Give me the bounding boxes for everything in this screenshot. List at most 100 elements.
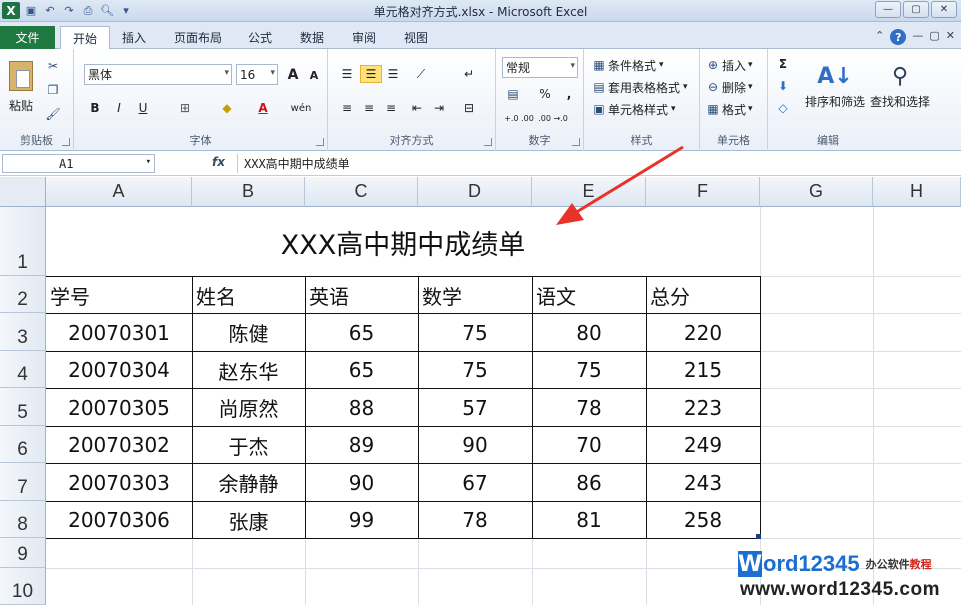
sort-filter-button[interactable]: A↓ 排序和筛选 xyxy=(804,55,866,119)
row-header-2[interactable]: 2 xyxy=(0,276,46,313)
row-header-8[interactable]: 8 xyxy=(0,501,46,538)
column-header-h[interactable]: H xyxy=(873,177,961,207)
header-cell[interactable]: 总分 xyxy=(646,277,760,313)
header-cell[interactable]: 语文 xyxy=(532,277,646,313)
column-header-f[interactable]: F xyxy=(646,177,760,207)
data-cell[interactable]: 张康 xyxy=(192,502,305,538)
data-cell[interactable]: 20070304 xyxy=(46,352,192,388)
row-header-10[interactable]: 10 xyxy=(0,568,46,605)
underline-button[interactable]: U xyxy=(134,99,152,117)
align-middle-icon[interactable]: ☰ xyxy=(360,65,382,83)
column-header-d[interactable]: D xyxy=(418,177,532,207)
shrink-font-icon[interactable]: A xyxy=(305,66,323,84)
data-cell[interactable]: 78 xyxy=(532,389,646,426)
column-header-g[interactable]: G xyxy=(760,177,873,207)
row-header-5[interactable]: 5 xyxy=(0,388,46,426)
cut-icon[interactable]: ✂ xyxy=(44,57,62,75)
collapse-ribbon-icon[interactable]: ⌃ xyxy=(875,29,884,45)
tab-file[interactable]: 文件 xyxy=(0,26,55,49)
font-name-combo[interactable]: 黑体 ▾ xyxy=(84,64,232,85)
data-cell[interactable]: 20070306 xyxy=(46,502,192,538)
format-button[interactable]: ▦ 格式 ▾ xyxy=(704,99,752,119)
fill-handle[interactable] xyxy=(756,534,761,539)
insert-function-icon[interactable]: fx xyxy=(212,155,225,169)
align-center-icon[interactable]: ≡ xyxy=(360,99,378,117)
grow-font-icon[interactable]: A xyxy=(284,66,302,84)
worksheet-grid[interactable]: A B C D E F G H 1 2 3 4 5 6 7 8 9 10 XXX… xyxy=(0,177,961,605)
format-as-table-button[interactable]: ▤ 套用表格格式 ▾ xyxy=(590,77,687,97)
font-size-combo[interactable]: 16 ▾ xyxy=(236,64,278,85)
align-top-icon[interactable]: ☰ xyxy=(338,65,356,83)
align-bottom-icon[interactable]: ☰ xyxy=(384,65,402,83)
restore-doc-icon[interactable]: ▢ xyxy=(929,29,939,45)
align-right-icon[interactable]: ≡ xyxy=(382,99,400,117)
row-header-3[interactable]: 3 xyxy=(0,313,46,351)
number-format-combo[interactable]: 常规 ▾ xyxy=(502,57,578,78)
sheet-title-cell[interactable]: XXX高中期中成绩单 xyxy=(46,208,760,276)
italic-button[interactable]: I xyxy=(110,99,128,117)
increase-indent-icon[interactable]: ⇥ xyxy=(430,99,448,117)
header-cell[interactable]: 学号 xyxy=(46,277,192,313)
data-cell[interactable]: 220 xyxy=(646,314,760,351)
decrease-indent-icon[interactable]: ⇤ xyxy=(408,99,426,117)
name-box[interactable]: A1 ▾ xyxy=(2,154,155,173)
select-all-corner[interactable] xyxy=(0,177,46,207)
data-cell[interactable]: 20070303 xyxy=(46,464,192,501)
data-cell[interactable]: 89 xyxy=(305,427,418,463)
phonetic-icon[interactable]: wén xyxy=(291,99,312,117)
clipboard-launcher-icon[interactable] xyxy=(62,138,70,146)
data-cell[interactable]: 78 xyxy=(418,502,532,538)
header-cell[interactable]: 姓名 xyxy=(192,277,305,313)
data-cell[interactable]: 尚原然 xyxy=(192,389,305,426)
tab-page-layout[interactable]: 页面布局 xyxy=(164,26,232,49)
column-header-e[interactable]: E xyxy=(532,177,646,207)
clear-icon[interactable]: ◇ xyxy=(774,99,792,117)
tab-review[interactable]: 审阅 xyxy=(342,26,386,49)
percent-button[interactable]: % xyxy=(536,85,554,103)
data-cell[interactable]: 88 xyxy=(305,389,418,426)
accounting-format-icon[interactable]: ▤ xyxy=(504,85,522,103)
row-header-7[interactable]: 7 xyxy=(0,463,46,501)
wrap-text-icon[interactable]: ↵ xyxy=(460,65,478,83)
cell-styles-button[interactable]: ▣ 单元格样式 ▾ xyxy=(590,99,675,119)
data-cell[interactable]: 20070305 xyxy=(46,389,192,426)
data-cell[interactable]: 86 xyxy=(532,464,646,501)
close-doc-icon[interactable]: ✕ xyxy=(946,29,955,45)
tab-data[interactable]: 数据 xyxy=(290,26,334,49)
data-cell[interactable]: 65 xyxy=(305,352,418,388)
row-header-1[interactable]: 1 xyxy=(0,207,46,276)
data-cell[interactable]: 249 xyxy=(646,427,760,463)
data-cell[interactable]: 90 xyxy=(305,464,418,501)
fill-color-icon[interactable]: ◆ xyxy=(218,99,236,117)
data-cell[interactable]: 75 xyxy=(418,314,532,351)
data-cell[interactable]: 75 xyxy=(532,352,646,388)
data-cell[interactable]: 陈健 xyxy=(192,314,305,351)
alignment-launcher-icon[interactable] xyxy=(484,138,492,146)
row-header-6[interactable]: 6 xyxy=(0,426,46,463)
font-color-icon[interactable]: A xyxy=(254,99,272,117)
fill-icon[interactable]: ⬇ xyxy=(774,77,792,95)
insert-button[interactable]: ⊕ 插入 ▾ xyxy=(704,55,753,75)
merge-center-icon[interactable]: ⊟ xyxy=(460,99,478,117)
data-cell[interactable]: 81 xyxy=(532,502,646,538)
orientation-icon[interactable]: ⟋ xyxy=(412,65,430,83)
find-select-button[interactable]: ⚲ 查找和选择 xyxy=(868,55,932,119)
data-cell[interactable]: 75 xyxy=(418,352,532,388)
align-left-icon[interactable]: ≡ xyxy=(338,99,356,117)
data-cell[interactable]: 80 xyxy=(532,314,646,351)
autosum-icon[interactable]: Σ xyxy=(774,55,792,73)
header-cell[interactable]: 英语 xyxy=(305,277,418,313)
header-cell[interactable]: 数学 xyxy=(418,277,532,313)
help-icon[interactable]: ? xyxy=(890,29,907,45)
border-icon[interactable]: ⊞ xyxy=(176,99,194,117)
data-cell[interactable]: 20070301 xyxy=(46,314,192,351)
data-cell[interactable]: 243 xyxy=(646,464,760,501)
decrease-decimal-icon[interactable]: .00 →.0 xyxy=(538,109,568,127)
comma-button[interactable]: , xyxy=(560,85,578,103)
data-cell[interactable]: 20070302 xyxy=(46,427,192,463)
number-launcher-icon[interactable] xyxy=(572,138,580,146)
delete-button[interactable]: ⊖ 删除 ▾ xyxy=(704,77,753,97)
data-cell[interactable]: 258 xyxy=(646,502,760,538)
column-header-b[interactable]: B xyxy=(192,177,305,207)
data-cell[interactable]: 67 xyxy=(418,464,532,501)
